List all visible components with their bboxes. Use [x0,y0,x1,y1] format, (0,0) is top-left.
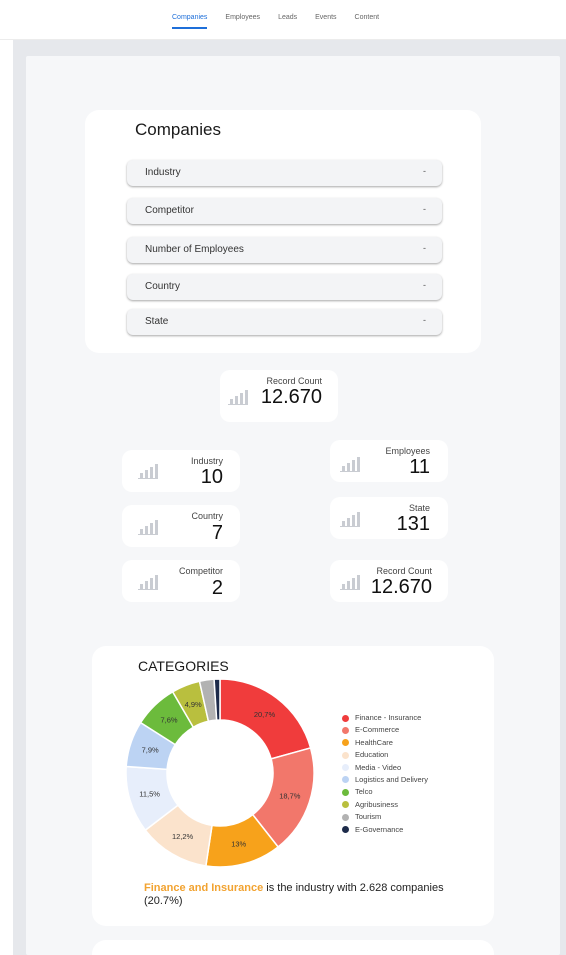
filter-label: State [145,316,169,327]
filters-card: Companies Industry - Competitor - Number… [85,110,481,353]
filter-industry[interactable]: Industry - [127,160,442,186]
chart-legend: Finance - Insurance E-Commerce HealthCare E… [342,712,428,836]
stat-value: 12.670 [370,576,432,598]
legend-swatch [342,826,349,834]
slice-label: 7,9% [142,746,159,755]
legend-item[interactable]: Logistics and Delivery [342,774,428,786]
filter-label: Number of Employees [145,244,244,255]
next-card [92,940,494,955]
legend-swatch [342,726,349,734]
insight-text: Finance and Insurance is the industry wi… [144,882,444,908]
legend-item[interactable]: HealthCare [342,737,428,749]
stat-industry: Industry 10 [122,450,240,492]
legend-item[interactable]: Telco [342,786,428,798]
slice-label: 4,9% [185,700,202,709]
chevron-down-icon: - [423,243,426,253]
filter-number-of-employees[interactable]: Number of Employees - [127,237,442,263]
stat-value: 11 [409,456,430,478]
legend-swatch [342,739,349,747]
stat-label: Industry [190,456,223,466]
legend-item[interactable]: E-Commerce [342,724,428,736]
legend-item[interactable]: Tourism [342,811,428,823]
stat-value: 131 [396,513,430,535]
stat-country: Country 7 [122,505,240,547]
stat-label: Record Count [376,566,432,576]
legend-swatch [342,776,349,784]
legend-label: Tourism [355,812,382,822]
chevron-down-icon: - [423,280,426,290]
tab-companies[interactable]: Companies [172,14,208,29]
stat-label: Competitor [178,566,223,576]
slice-label: 13% [231,840,246,849]
legend-item[interactable]: E-Governance [342,824,428,836]
legend-swatch [342,751,349,759]
categories-card: CATEGORIES 20,7% 18,7% 13% 12,2% 11,5% 7,9% 7,… [92,646,494,926]
filter-state[interactable]: State - [127,309,442,335]
filter-country[interactable]: Country - [127,274,442,300]
bar-chart-icon [138,463,158,479]
stat-value: 7 [211,522,223,544]
filter-label: Competitor [145,205,194,216]
bar-chart-icon [340,511,360,527]
stat-label: State [408,503,430,513]
bar-chart-icon [138,519,158,535]
stat-record-count: Record Count 12.670 [330,560,448,602]
legend-swatch [342,714,349,722]
chevron-down-icon: - [423,166,426,176]
legend-label: Telco [355,787,373,797]
stat-record-count-main: Record Count 12.670 [220,370,338,422]
slice-label: 12,2% [172,832,194,841]
stat-employees: Employees 11 [330,440,448,482]
legend-label: E-Commerce [355,725,400,735]
donut-chart[interactable]: 20,7% 18,7% 13% 12,2% 11,5% 7,9% 7,6% 4,9% [110,674,340,874]
slice-label: 11,5% [139,790,160,799]
tab-content[interactable]: Content [355,14,380,29]
chevron-down-icon: - [423,315,426,325]
bar-chart-icon [138,574,158,590]
legend-item[interactable]: Media - Video [342,762,428,774]
bar-chart-icon [340,456,360,472]
legend-label: Media - Video [355,762,402,772]
legend-item[interactable]: Finance - Insurance [342,712,428,724]
slice-label: 20,7% [254,710,276,719]
legend-label: E-Governance [355,824,404,834]
filter-label: Industry [145,167,181,178]
legend-label: Education [355,750,389,760]
bar-chart-icon [228,389,248,405]
legend-label: Agribusiness [355,799,398,809]
slice-label: 7,6% [160,716,177,725]
legend-swatch [342,801,349,809]
stat-competitor: Competitor 2 [122,560,240,602]
slice-label: 18,7% [279,791,301,800]
legend-swatch [342,764,349,772]
tab-bar: Companies Employees Leads Events Content [172,14,397,29]
legend-label: Finance - Insurance [355,713,422,722]
insight-highlight: Finance and Insurance [144,882,264,894]
legend-label: Logistics and Delivery [355,774,428,784]
top-navigation: Companies Employees Leads Events Content [0,0,566,40]
chevron-down-icon: - [423,204,426,214]
filter-label: Country [145,281,181,292]
stat-value: 10 [200,466,223,488]
filters-title: Companies [135,120,221,139]
legend-swatch [342,813,349,821]
filter-competitor[interactable]: Competitor - [127,198,442,224]
categories-title: CATEGORIES [138,658,229,674]
stat-label: Country [191,511,223,521]
legend-label: HealthCare [355,737,393,747]
legend-item[interactable]: Education [342,749,428,761]
tab-employees[interactable]: Employees [225,14,260,29]
tab-leads[interactable]: Leads [278,14,297,29]
stat-label: Employees [385,446,430,456]
bar-chart-icon [340,574,360,590]
tab-events[interactable]: Events [315,14,336,29]
stat-value: 2 [211,577,223,599]
stat-state: State 131 [330,497,448,539]
legend-item[interactable]: Agribusiness [342,799,428,811]
stat-label: Record Count [266,376,322,386]
legend-swatch [342,788,349,796]
stat-value: 12.670 [260,386,322,408]
